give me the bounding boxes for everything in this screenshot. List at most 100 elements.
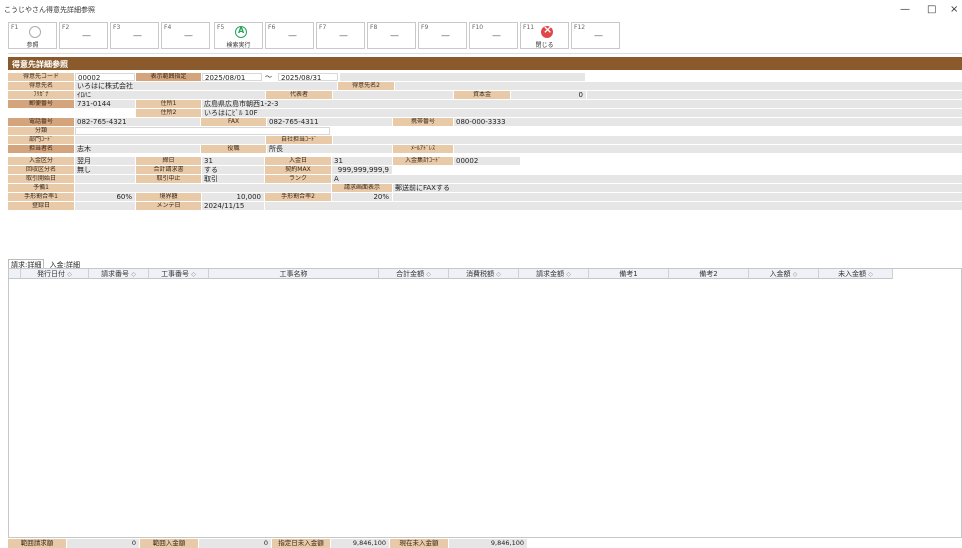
- address2-field[interactable]: いろはにﾋﾞﾙ 10F: [202, 109, 962, 117]
- bill-rate1-field[interactable]: 60%: [75, 193, 135, 201]
- unpaid-value: 9,846,100: [331, 539, 389, 548]
- start-date-field[interactable]: [75, 175, 135, 183]
- job-title-label: 役職: [201, 145, 266, 153]
- payment-day-label: 入金日: [265, 157, 331, 165]
- fkey-number: F11: [523, 24, 535, 31]
- dept-code-label: 部門ｺｰﾄﾞ: [8, 136, 74, 144]
- invoice-display-field[interactable]: 郵送前にFAXする: [393, 184, 962, 192]
- mobile-label: 携帯番号: [393, 118, 453, 126]
- kana-field[interactable]: ｲﾛﾊﾆ: [75, 91, 265, 99]
- payment-day-field[interactable]: 31: [332, 157, 392, 165]
- range-invoice-value: 0: [67, 539, 139, 548]
- minimize-button[interactable]: —: [900, 4, 910, 15]
- grid-header: 発行日付 ◇ 請求番号 ◇ 工事番号 ◇ 工事名称 合計金額 ◇ 消費税額 ◇ …: [9, 269, 893, 279]
- f6-button[interactable]: F6 —: [265, 22, 314, 49]
- range-label: 表示範囲指定: [136, 73, 201, 81]
- total-invoice-field[interactable]: する: [202, 166, 264, 174]
- f1-reference-button[interactable]: F1 参照: [8, 22, 57, 49]
- f12-button[interactable]: F12 —: [571, 22, 620, 49]
- class-field[interactable]: [75, 127, 330, 135]
- column-header[interactable]: 請求金額 ◇: [519, 269, 589, 279]
- fkey-number: F4: [164, 24, 172, 31]
- tel-label: 電話番号: [8, 118, 74, 126]
- fkey-label: 検索実行: [226, 42, 251, 49]
- address2-label: 住所2: [136, 109, 201, 117]
- column-header[interactable]: 工事名称: [209, 269, 379, 279]
- invoice-display-label: 請求画面表示: [332, 184, 392, 192]
- tel-field[interactable]: 082-765-4321: [75, 118, 200, 126]
- payment-type-field[interactable]: 翌月: [75, 157, 135, 165]
- unpaid-label: 指定日未入金額: [272, 539, 330, 548]
- blank-cell: [587, 91, 962, 99]
- closing-day-field[interactable]: 31: [202, 157, 264, 165]
- range-invoice-label: 範囲請求額: [8, 539, 66, 548]
- f10-button[interactable]: F10 —: [469, 22, 518, 49]
- fkey-label: 閉じる: [535, 42, 554, 49]
- representative-field[interactable]: [333, 91, 453, 99]
- job-title-field[interactable]: 所長: [267, 145, 392, 153]
- zip-field[interactable]: 731-0144: [75, 100, 135, 108]
- search-execute-icon: [235, 26, 247, 38]
- inhouse-code-field[interactable]: [333, 136, 962, 144]
- customer-name2-field[interactable]: [395, 82, 962, 90]
- fkey-number: F1: [11, 24, 19, 31]
- fkey-number: F7: [319, 24, 327, 31]
- column-header[interactable]: 入金額 ◇: [749, 269, 819, 279]
- bill-rate2-field[interactable]: 20%: [332, 193, 392, 201]
- spare1-field[interactable]: [75, 184, 331, 192]
- range-to-field[interactable]: 2025/08/31: [278, 73, 338, 81]
- f9-button[interactable]: F9 —: [418, 22, 467, 49]
- empty-dash-icon: —: [492, 31, 501, 41]
- rank-label: ランク: [265, 175, 331, 183]
- contract-max-field[interactable]: 999,999,999,9: [332, 166, 392, 174]
- maximize-button[interactable]: □: [927, 4, 936, 15]
- f11-close-button[interactable]: F11 閉じる: [520, 22, 569, 49]
- payment-type-label: 入金区分: [8, 157, 74, 165]
- section-title: 得意先詳細参照: [8, 57, 962, 70]
- person-field[interactable]: 志木: [75, 145, 200, 153]
- column-header[interactable]: 備考1: [589, 269, 669, 279]
- column-header[interactable]: 消費税額 ◇: [449, 269, 519, 279]
- f3-button[interactable]: F3 —: [110, 22, 159, 49]
- empty-dash-icon: —: [184, 31, 193, 41]
- fkey-number: F12: [574, 24, 586, 31]
- customer-code-field[interactable]: 00002: [75, 73, 135, 81]
- border-amount-field[interactable]: 10,000: [202, 193, 264, 201]
- column-header[interactable]: 発行日付 ◇: [21, 269, 89, 279]
- fkey-number: F8: [370, 24, 378, 31]
- column-header-label: 工事番号: [161, 270, 190, 278]
- register-date-field[interactable]: [75, 202, 135, 210]
- column-header[interactable]: 備考2: [669, 269, 749, 279]
- column-header[interactable]: 工事番号 ◇: [149, 269, 209, 279]
- f8-button[interactable]: F8 —: [367, 22, 416, 49]
- fax-field[interactable]: 082-765-4311: [267, 118, 392, 126]
- summary-code-field[interactable]: 00002: [454, 157, 520, 165]
- representative-label: 代表者: [266, 91, 332, 99]
- column-header-label: 発行日付: [37, 270, 66, 278]
- range-from-field[interactable]: 2025/08/01: [202, 73, 262, 81]
- column-header[interactable]: 請求番号 ◇: [89, 269, 149, 279]
- address1-field[interactable]: 広島県広島市朝西1-2-3: [202, 100, 962, 108]
- fkey-number: F2: [62, 24, 70, 31]
- column-header[interactable]: 未入金額 ◇: [819, 269, 893, 279]
- f7-button[interactable]: F7 —: [316, 22, 365, 49]
- range-payment-label: 範囲入金額: [140, 539, 198, 548]
- email-field[interactable]: [454, 145, 962, 153]
- rank-field[interactable]: A: [332, 175, 962, 183]
- customer-name-field[interactable]: いろはに株式会社: [75, 82, 337, 90]
- blank-cell: [340, 73, 585, 81]
- sort-icon: ◇: [496, 271, 501, 278]
- column-header[interactable]: 合計金額 ◇: [379, 269, 449, 279]
- empty-dash-icon: —: [133, 31, 142, 41]
- f4-button[interactable]: F4 —: [161, 22, 210, 49]
- collection-field[interactable]: 無し: [75, 166, 135, 174]
- close-window-button[interactable]: ×: [950, 4, 958, 15]
- capital-field[interactable]: 0: [511, 91, 586, 99]
- f2-button[interactable]: F2 —: [59, 22, 108, 49]
- maintenance-date-field[interactable]: 2024/11/15: [202, 202, 264, 210]
- current-unpaid-value: 9,846,100: [449, 539, 527, 548]
- dept-code-field[interactable]: [75, 136, 265, 144]
- trade-stop-field[interactable]: 取引: [202, 175, 264, 183]
- f5-search-button[interactable]: F5 検索実行: [214, 22, 263, 49]
- mobile-field[interactable]: 080-000-3333: [454, 118, 962, 126]
